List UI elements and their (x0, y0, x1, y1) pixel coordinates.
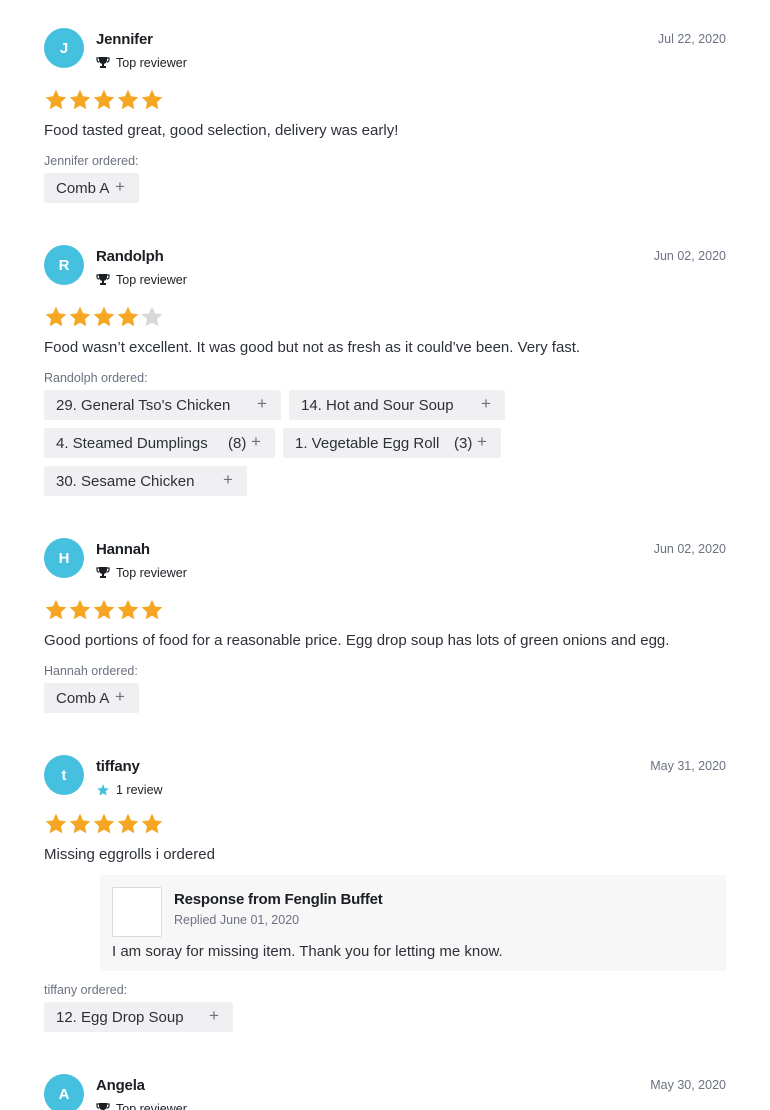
star-filled-icon (117, 813, 139, 834)
review-text: Food tasted great, good selection, deliv… (44, 122, 399, 139)
star-filled-icon (93, 813, 115, 834)
reviewer-name[interactable]: Randolph (96, 248, 164, 265)
item-name: 1. Vegetable Egg Roll (295, 434, 440, 452)
trophy-icon (96, 274, 110, 285)
item-name: 12. Egg Drop Soup (56, 1008, 184, 1026)
star-filled-icon (69, 599, 91, 620)
item-quantity: (8) (228, 434, 247, 452)
trophy-icon (96, 1103, 110, 1110)
add-item-icon[interactable]: + (209, 1006, 219, 1026)
add-item-icon[interactable]: + (251, 432, 261, 452)
reviewer-name[interactable]: Hannah (96, 541, 150, 558)
ordered-label: Hannah ordered: (44, 664, 138, 678)
ordered-label: Randolph ordered: (44, 371, 148, 385)
star-rating (44, 598, 164, 622)
ordered-item-chip[interactable]: Comb A + (44, 683, 139, 713)
response-date: Replied June 01, 2020 (174, 913, 300, 927)
avatar: A (44, 1074, 84, 1110)
item-name: Comb A (56, 179, 110, 197)
reviewer-badge: Top reviewer (96, 56, 187, 70)
review-date: Jul 22, 2020 (657, 32, 726, 46)
review-date: Jun 02, 2020 (653, 249, 726, 263)
ordered-item-chip[interactable]: 14. Hot and Sour Soup + (289, 390, 505, 420)
item-name: Comb A (56, 689, 110, 707)
ordered-label: Jennifer ordered: (44, 154, 139, 168)
avatar: t (44, 755, 84, 795)
reviewer-name[interactable]: Jennifer (96, 31, 153, 48)
add-item-icon[interactable]: + (223, 470, 233, 490)
add-item-icon[interactable]: + (477, 432, 487, 452)
star-filled-icon (45, 89, 67, 110)
star-icon (97, 784, 109, 796)
review-card: A Angela Top reviewer May 30, 2020 (44, 1074, 726, 1110)
star-filled-icon (45, 599, 67, 620)
add-item-icon[interactable]: + (115, 687, 125, 707)
review-date: Jun 02, 2020 (653, 542, 726, 556)
star-filled-icon (93, 306, 115, 327)
add-item-icon[interactable]: + (115, 177, 125, 197)
review-text: Missing eggrolls i ordered (44, 846, 215, 863)
ordered-label: tiffany ordered: (44, 983, 128, 997)
star-filled-icon (45, 813, 67, 834)
badge-label: Top reviewer (116, 56, 187, 70)
ordered-item-chip[interactable]: 4. Steamed Dumplings (8) + (44, 428, 275, 458)
star-filled-icon (69, 306, 91, 327)
star-filled-icon (93, 599, 115, 620)
reviewer-name[interactable]: tiffany (96, 758, 140, 775)
star-filled-icon (117, 599, 139, 620)
ordered-item-chip[interactable]: 29. General Tso's Chicken + (44, 390, 281, 420)
add-item-icon[interactable]: + (481, 394, 491, 414)
star-filled-icon (93, 89, 115, 110)
star-filled-icon (141, 813, 163, 834)
response-text: I am soray for missing item. Thank you f… (112, 943, 503, 960)
item-name: 29. General Tso's Chicken (56, 396, 231, 414)
ordered-item-chip[interactable]: 30. Sesame Chicken + (44, 466, 247, 496)
badge-label: 1 review (116, 783, 163, 797)
ordered-item-chip[interactable]: Comb A + (44, 173, 139, 203)
item-name: 30. Sesame Chicken (56, 472, 195, 490)
item-name: 4. Steamed Dumplings (56, 434, 208, 452)
review-text: Good portions of food for a reasonable p… (44, 632, 670, 649)
review-card: H Hannah Top reviewer Jun 02, 2020 Good … (44, 538, 726, 718)
badge-label: Top reviewer (116, 566, 187, 580)
restaurant-logo (112, 887, 162, 937)
reviewer-badge: 1 review (96, 783, 163, 797)
review-card: R Randolph Top reviewer Jun 02, 2020 Foo… (44, 245, 726, 500)
avatar: R (44, 245, 84, 285)
avatar: H (44, 538, 84, 578)
trophy-icon (96, 57, 110, 68)
reviewer-badge: Top reviewer (96, 273, 187, 287)
star-filled-icon (141, 89, 163, 110)
trophy-icon (96, 567, 110, 578)
star-rating (44, 812, 164, 836)
star-filled-icon (69, 813, 91, 834)
reviewer-badge: Top reviewer (96, 1102, 187, 1110)
star-rating (44, 88, 164, 112)
review-card: t tiffany 1 review May 31, 2020 Missing … (44, 755, 726, 1035)
restaurant-response: Response from Fenglin Buffet Replied Jun… (100, 875, 726, 971)
review-date: May 30, 2020 (650, 1078, 726, 1092)
response-title: Response from Fenglin Buffet (174, 891, 383, 908)
item-quantity: (3) (454, 434, 473, 452)
add-item-icon[interactable]: + (257, 394, 267, 414)
reviewer-name[interactable]: Angela (96, 1077, 145, 1094)
ordered-item-chip[interactable]: 1. Vegetable Egg Roll (3) + (283, 428, 501, 458)
star-filled-icon (117, 89, 139, 110)
star-empty-icon (141, 306, 163, 327)
badge-label: Top reviewer (116, 1102, 187, 1110)
review-card: J Jennifer Top reviewer Jul 22, 2020 Foo… (44, 28, 726, 208)
item-name: 14. Hot and Sour Soup (301, 396, 454, 414)
review-text: Food wasn’t excellent. It was good but n… (44, 339, 581, 356)
ordered-item-chip[interactable]: 12. Egg Drop Soup + (44, 1002, 233, 1032)
reviewer-badge: Top reviewer (96, 566, 187, 580)
star-filled-icon (141, 599, 163, 620)
avatar: J (44, 28, 84, 68)
review-date: May 31, 2020 (650, 759, 726, 773)
star-filled-icon (69, 89, 91, 110)
star-filled-icon (117, 306, 139, 327)
badge-label: Top reviewer (116, 273, 187, 287)
star-rating (44, 305, 164, 329)
star-filled-icon (45, 306, 67, 327)
